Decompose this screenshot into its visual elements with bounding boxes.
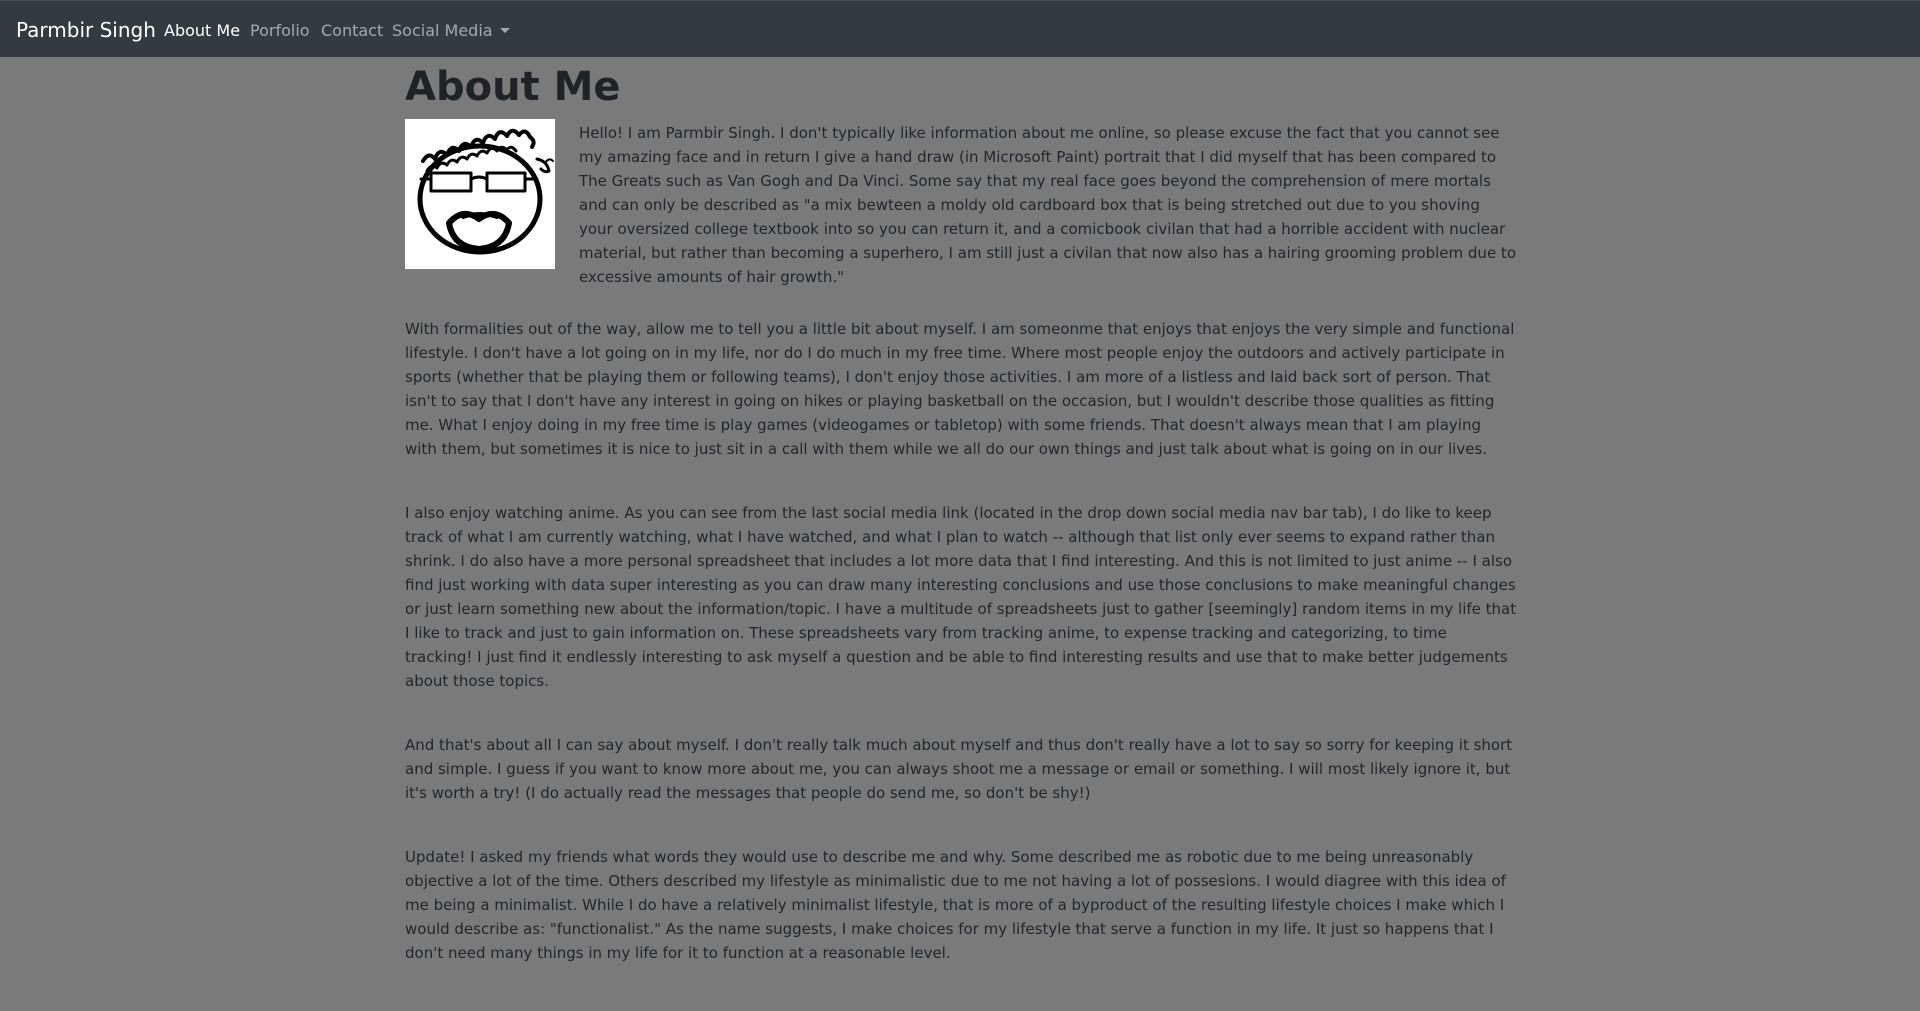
- navbar-brand[interactable]: Parmbir Singh: [16, 18, 156, 42]
- intro-section: Hello! I am Parmbir Singh. I don't typic…: [405, 119, 1517, 309]
- nav-link-about-me[interactable]: About Me: [164, 21, 240, 41]
- main-content: About Me Hello! I am Parmbir Singh. I do…: [405, 57, 1517, 1005]
- page-title: About Me: [405, 64, 621, 110]
- caret-down-icon: [499, 28, 510, 33]
- portrait-image: [405, 119, 555, 269]
- top-navbar: Parmbir Singh About Me Porfolio Contact …: [0, 0, 1920, 57]
- nav-link-portfolio[interactable]: Porfolio: [250, 21, 310, 41]
- paragraph-lifestyle: With formalities out of the way, allow m…: [405, 320, 1515, 458]
- nav-dropdown-social-media[interactable]: Social Media: [392, 21, 510, 41]
- hand-drawn-portrait-icon: [417, 128, 554, 255]
- intro-paragraph: Hello! I am Parmbir Singh. I don't typic…: [579, 124, 1516, 286]
- nav-link-contact[interactable]: Contact: [321, 21, 383, 41]
- nav-dropdown-label: Social Media: [392, 21, 493, 40]
- paragraph-update: Update! I asked my friends what words th…: [405, 848, 1506, 962]
- paragraph-anime: I also enjoy watching anime. As you can …: [405, 504, 1517, 690]
- paragraph-closing: And that's about all I can say about mys…: [405, 736, 1513, 802]
